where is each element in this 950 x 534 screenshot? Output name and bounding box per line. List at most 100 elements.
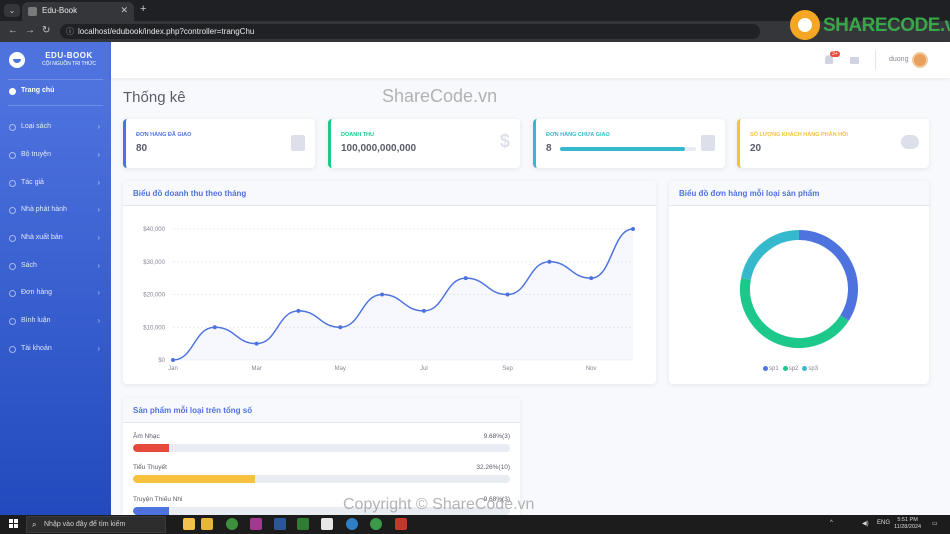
- cog-icon: [9, 263, 16, 270]
- data-point[interactable]: [380, 292, 385, 297]
- avatar[interactable]: [912, 52, 928, 68]
- stat-card-feedback: SỐ LƯỢNG KHÁCH HÀNG PHẢN HỒI 20: [737, 119, 929, 168]
- data-point[interactable]: [254, 341, 259, 346]
- y-tick-label: $40,000: [143, 227, 165, 233]
- browser-tab[interactable]: Edu-Book ✕: [22, 2, 134, 21]
- sidebar-item-bo-truyen[interactable]: Bộ truyện ›: [0, 144, 111, 168]
- comments-icon: [901, 135, 919, 149]
- speaker-icon[interactable]: ◀): [862, 520, 869, 527]
- donut-slice-sp3[interactable]: [741, 230, 800, 281]
- app-icon[interactable]: [346, 518, 358, 530]
- progress-label: Truyện Thiếu Nhi: [133, 496, 183, 503]
- data-point[interactable]: [296, 308, 301, 313]
- sidebar-item-loai-sach[interactable]: Loại sách ›: [0, 116, 111, 140]
- app-icon[interactable]: [395, 518, 407, 530]
- card-header: Biểu đồ doanh thu theo tháng: [123, 181, 656, 206]
- envelope-icon[interactable]: [850, 57, 859, 64]
- forward-icon[interactable]: →: [25, 25, 35, 36]
- data-point[interactable]: [171, 358, 175, 362]
- sidebar-item-tai-khoan[interactable]: Tài khoản ›: [0, 338, 111, 362]
- reload-icon[interactable]: ↻: [42, 25, 50, 36]
- taskbar-search-field[interactable]: ⌕ Nhập vào đây để tìm kiếm: [26, 516, 166, 533]
- clipboard-icon: [701, 135, 715, 151]
- chevron-right-icon: ›: [97, 150, 100, 159]
- cog-icon: [9, 180, 16, 187]
- word-icon[interactable]: [274, 518, 286, 530]
- x-tick-label: Jul: [420, 366, 428, 372]
- sidebar-item-trang-chu[interactable]: Trang chủ: [0, 80, 111, 104]
- document-icon[interactable]: [321, 518, 333, 530]
- sidebar-divider: [8, 105, 103, 106]
- progress-track: [133, 444, 510, 452]
- windows-start-icon[interactable]: [9, 519, 19, 529]
- language-indicator[interactable]: ENG: [877, 520, 890, 526]
- back-icon[interactable]: ←: [8, 25, 18, 36]
- sidebar-item-label: Nhà xuất bản: [21, 234, 63, 241]
- card-title: Biểu đồ doanh thu theo tháng: [133, 189, 247, 198]
- url-field[interactable]: ⓘ localhost/edubook/index.php?controller…: [60, 24, 760, 39]
- notification-icon[interactable]: ▭: [932, 520, 938, 527]
- progress-fill: [133, 444, 170, 452]
- sidebar-item-nha-phat-hanh[interactable]: Nhà phát hành ›: [0, 199, 111, 223]
- progress-fill: [560, 147, 686, 151]
- data-point[interactable]: [547, 259, 552, 264]
- site-info-icon[interactable]: ⓘ: [66, 26, 74, 37]
- progress-track: [133, 475, 510, 483]
- url-text: localhost/edubook/index.php?controller=t…: [78, 27, 255, 36]
- y-tick-label: $30,000: [143, 260, 165, 266]
- stat-card-delivered: ĐƠN HÀNG ĐÃ GIAO 80: [123, 119, 315, 168]
- data-point[interactable]: [212, 325, 217, 330]
- stat-value: 80: [136, 143, 148, 154]
- legend-dot: [802, 366, 808, 371]
- tab-search-button[interactable]: ⌄: [4, 4, 20, 17]
- sidebar-item-sach[interactable]: Sách ›: [0, 255, 111, 279]
- stat-card-pending: ĐƠN HÀNG CHƯA GIAO 8: [533, 119, 725, 168]
- new-tab-button[interactable]: +: [140, 3, 146, 15]
- y-tick-label: $10,000: [143, 325, 165, 331]
- revenue-area-chart: $0 $10,000 $20,000 $30,000 $40,000 Jan Mar May J…: [143, 227, 635, 372]
- taskview-icon[interactable]: [183, 518, 195, 530]
- taskbar-clock[interactable]: 5:51 PM 11/28/2024: [894, 517, 921, 531]
- data-point[interactable]: [505, 292, 510, 297]
- favicon-icon: [28, 7, 37, 16]
- chevron-right-icon: ›: [97, 344, 100, 353]
- data-point[interactable]: [338, 325, 343, 330]
- sharecode-logo-icon: [790, 10, 820, 40]
- sidebar-item-tac-gia[interactable]: Tác giả ›: [0, 172, 111, 196]
- app-icon[interactable]: [297, 518, 309, 530]
- user-name[interactable]: duong: [889, 56, 908, 63]
- sidebar-item-binh-luan[interactable]: Bình luận ›: [0, 310, 111, 334]
- sidebar-item-label: Bộ truyện: [21, 151, 51, 158]
- sidebar-item-label: Tác giả: [21, 179, 44, 186]
- app-icon[interactable]: [370, 518, 382, 530]
- sidebar-item-nha-xuat-ban[interactable]: Nhà xuất bản ›: [0, 227, 111, 251]
- cog-icon: [9, 207, 16, 214]
- close-icon[interactable]: ✕: [120, 5, 128, 16]
- stat-value: 8: [546, 143, 552, 154]
- data-point[interactable]: [421, 308, 426, 313]
- clock-time: 5:51 PM: [897, 517, 918, 523]
- clock-date: 11/28/2024: [894, 524, 922, 530]
- watermark-text: ShareCode.vn: [382, 86, 498, 106]
- app-icon[interactable]: [250, 518, 262, 530]
- data-point[interactable]: [631, 227, 635, 231]
- chevron-right-icon: ›: [97, 122, 100, 131]
- donut-slice-sp2[interactable]: [740, 277, 849, 348]
- donut-slice-sp1[interactable]: [798, 230, 858, 321]
- dollar-icon: $: [499, 131, 510, 151]
- progress-value: 32.26%(10): [476, 464, 510, 471]
- sidebar-item-label: Trang chủ: [21, 87, 55, 94]
- sidebar-brand[interactable]: EDU-BOOK CỘI NGUỒN TRI THỨC: [0, 42, 111, 78]
- dashboard-icon: [9, 88, 16, 95]
- topbar-divider: [875, 50, 876, 70]
- file-explorer-icon[interactable]: [201, 518, 213, 530]
- data-point[interactable]: [463, 276, 468, 281]
- legend-label: sp1: [769, 366, 779, 373]
- sidebar-item-don-hang[interactable]: Đơn hàng ›: [0, 282, 111, 306]
- data-point[interactable]: [589, 276, 594, 281]
- chrome-icon[interactable]: [226, 518, 238, 530]
- x-tick-label: Sep: [502, 366, 513, 372]
- chevron-up-icon[interactable]: ^: [830, 520, 833, 526]
- page-title: Thống kê: [123, 89, 186, 106]
- progress-value: 9.68%(3): [483, 433, 510, 440]
